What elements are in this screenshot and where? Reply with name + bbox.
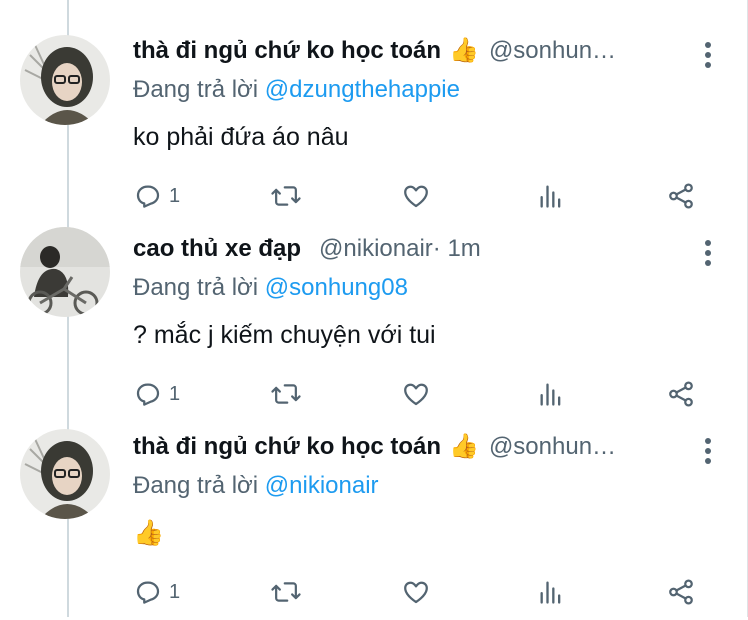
more-options-icon[interactable] — [704, 438, 712, 464]
stats-icon — [540, 185, 561, 208]
share-icon — [669, 381, 693, 407]
replying-to: Đang trả lời @nikionair — [133, 470, 379, 502]
like-button[interactable] — [400, 572, 432, 612]
retweet-icon — [271, 186, 301, 206]
stats-button[interactable] — [537, 176, 565, 216]
like-icon — [404, 383, 428, 406]
replying-to-label: Đang trả lời — [133, 76, 265, 103]
user-handle[interactable]: @sonhun… — [489, 430, 616, 464]
action-bar: 1 — [0, 572, 748, 612]
replying-to-label: Đang trả lời — [133, 472, 265, 499]
share-button[interactable] — [666, 374, 696, 414]
stats-icon — [540, 581, 561, 604]
tweet-text: ko phải đứa áo nâu — [133, 123, 349, 151]
stats-button[interactable] — [537, 374, 565, 414]
tweet-text: ? mắc j kiếm chuyện với tui — [133, 321, 436, 349]
share-icon — [669, 579, 693, 605]
like-button[interactable] — [400, 176, 432, 216]
reply-count: 1 — [169, 580, 181, 603]
like-icon — [404, 581, 428, 604]
replying-to: Đang trả lời @sonhung08 — [133, 272, 408, 304]
retweet-button[interactable] — [270, 374, 302, 414]
share-button[interactable] — [666, 572, 696, 612]
reply-count: 1 — [169, 184, 181, 207]
stats-icon — [540, 383, 561, 406]
mention-link[interactable]: @nikionair — [265, 472, 379, 499]
share-icon — [669, 183, 693, 209]
name-emoji: 👍 — [449, 37, 479, 64]
name-emoji: 👍 — [449, 433, 479, 460]
display-name[interactable]: thà đi ngủ chứ ko học toán — [133, 34, 441, 68]
tweet[interactable]: thà đi ngủ chứ ko học toán 👍 @sonhun… Đa… — [0, 420, 748, 620]
replying-to: Đang trả lời @dzungthehappie — [133, 74, 460, 106]
action-bar: 1 — [0, 374, 748, 414]
reply-count: 1 — [169, 382, 181, 405]
tweet-text: 👍 — [133, 519, 165, 547]
stats-button[interactable] — [537, 572, 565, 612]
reply-button[interactable]: 1 — [133, 176, 180, 216]
mention-link[interactable]: @sonhung08 — [265, 274, 408, 301]
reply-icon — [136, 185, 160, 208]
like-button[interactable] — [400, 374, 432, 414]
avatar[interactable] — [20, 35, 110, 125]
replying-to-label: Đang trả lời — [133, 274, 265, 301]
reply-icon — [136, 383, 160, 406]
more-options-icon[interactable] — [704, 42, 712, 68]
avatar[interactable] — [20, 227, 110, 317]
timestamp: · 1m — [432, 235, 481, 262]
more-options-icon[interactable] — [704, 240, 712, 266]
share-button[interactable] — [666, 176, 696, 216]
display-name[interactable]: thà đi ngủ chứ ko học toán — [133, 430, 441, 464]
tweet[interactable]: thà đi ngủ chứ ko học toán 👍 @sonhun… Đa… — [0, 24, 748, 224]
display-name[interactable]: cao thủ xe đạp — [133, 232, 301, 266]
tweet[interactable]: cao thủ xe đạp @nikionair · 1m Đang trả … — [0, 222, 748, 422]
reply-button[interactable]: 1 — [133, 374, 180, 414]
user-handle[interactable]: @sonhun… — [489, 34, 616, 68]
tweet-header: thà đi ngủ chứ ko học toán 👍 @sonhun… — [133, 430, 686, 464]
like-icon — [404, 185, 428, 208]
retweet-icon — [271, 582, 301, 602]
action-bar: 1 — [0, 176, 748, 216]
mention-link[interactable]: @dzungthehappie — [265, 76, 460, 103]
reply-button[interactable]: 1 — [133, 572, 180, 612]
tweet-header: thà đi ngủ chứ ko học toán 👍 @sonhun… — [133, 34, 686, 68]
retweet-icon — [271, 384, 301, 404]
reply-icon — [136, 581, 160, 604]
tweet-header: cao thủ xe đạp @nikionair · 1m — [133, 232, 686, 266]
retweet-button[interactable] — [270, 572, 302, 612]
retweet-button[interactable] — [270, 176, 302, 216]
user-handle[interactable]: @nikionair — [319, 232, 433, 266]
avatar[interactable] — [20, 429, 110, 519]
